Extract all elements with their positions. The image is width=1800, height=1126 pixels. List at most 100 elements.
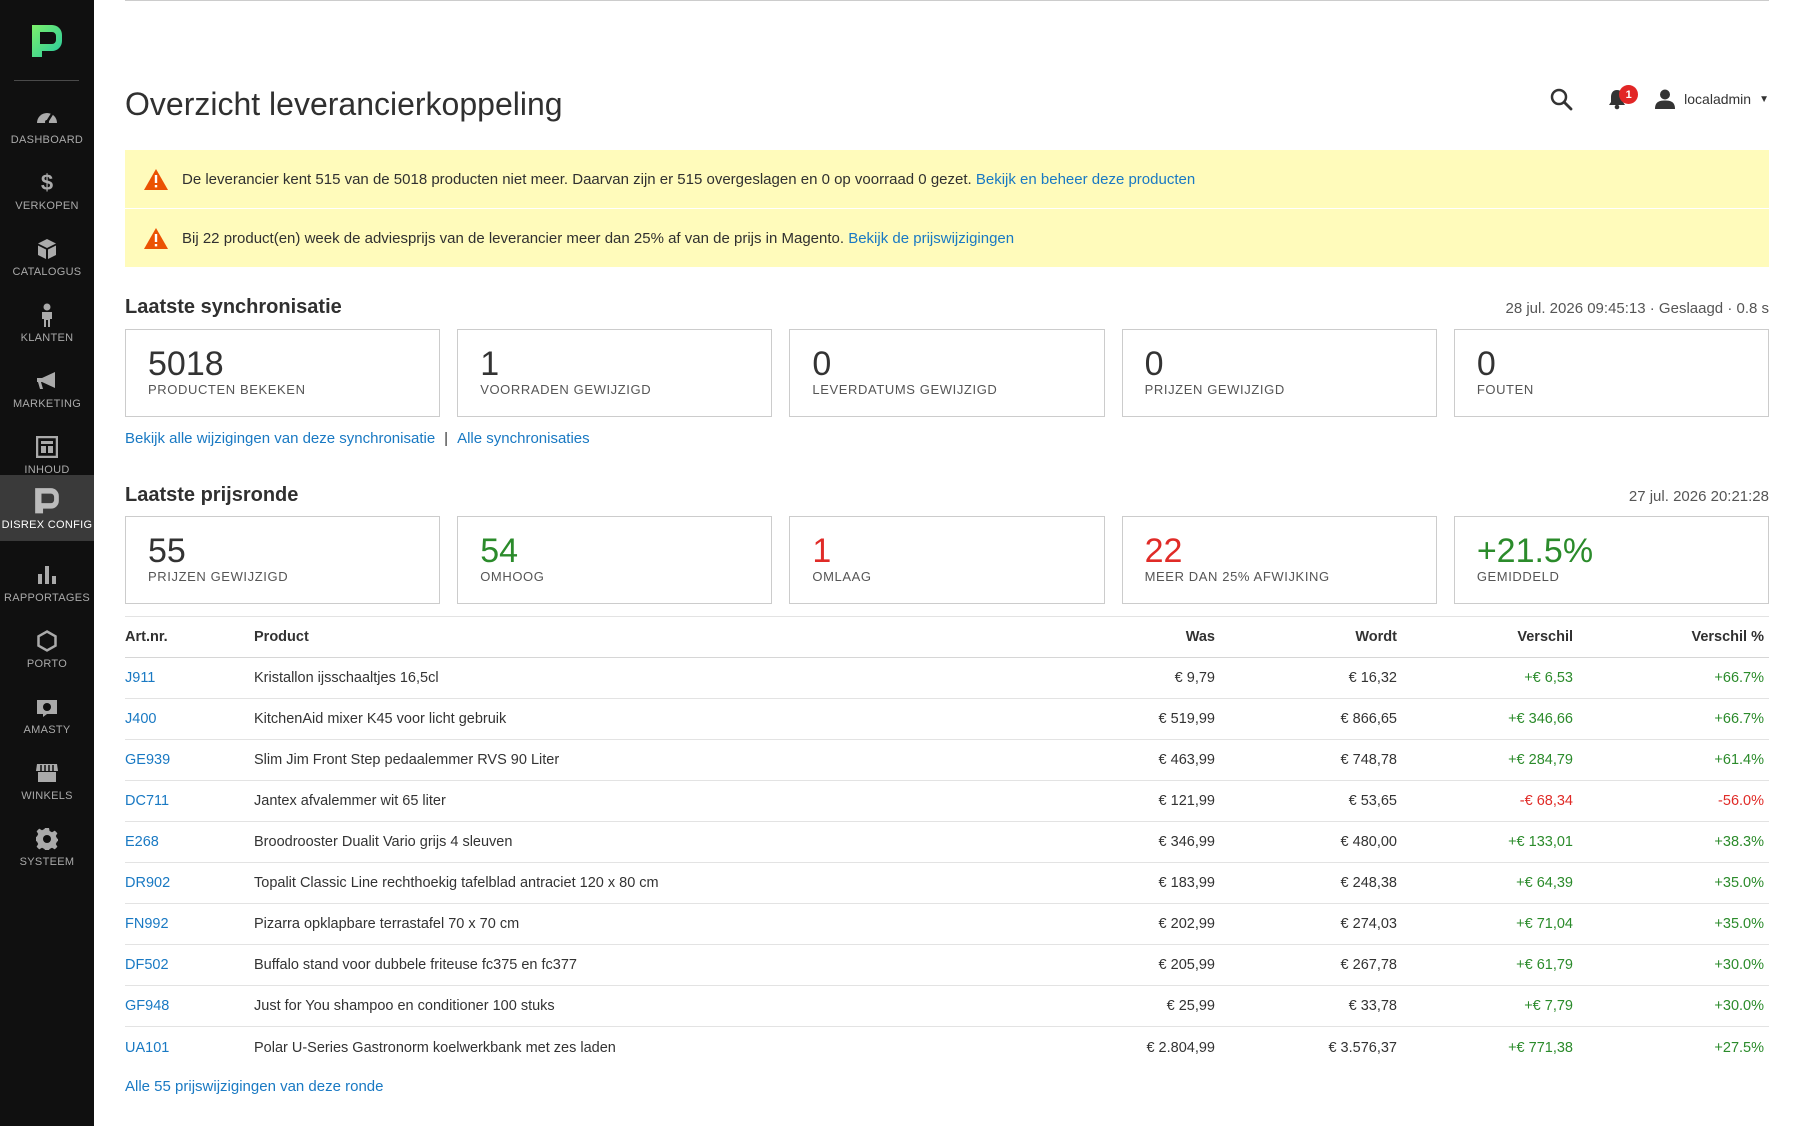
user-icon [1655,89,1676,109]
stat-label: FOUTEN [1476,382,1534,397]
table-row: J400 KitchenAid mixer K45 voor licht gebr… [125,699,1769,740]
user-name: localadmin [1684,91,1752,107]
store-icon [34,760,60,786]
notification-badge: 1 [1619,85,1639,104]
sku-link[interactable]: UA101 [125,1040,254,1056]
stat-value: 1 [480,345,500,383]
stat-label: OMHOOG [480,569,545,584]
sidebar-item-klanten[interactable]: KLANTEN [0,290,94,356]
stat-value: +21.5% [1476,532,1594,570]
sidebar-item-disrex-config[interactable]: DISREX CONFIG [0,475,94,541]
sku-link[interactable]: E268 [125,834,254,850]
stat-card: 5018 PRODUCTEN BEKEKEN [125,329,441,417]
old-price: € 346,99 [1158,834,1215,850]
price-diff: +€ 61,79 [1516,957,1573,973]
stat-card: 55 PRIJZEN GEWIJZIGD [125,516,441,604]
stat-value: 55 [148,532,186,570]
stat-label: VOORRADEN GEWIJZIGD [480,382,652,397]
sku-link[interactable]: DF502 [125,957,254,973]
sidebar-item-label: AMASTY [23,724,71,736]
manage-products-link[interactable]: Bekijk en beheer deze producten [976,171,1195,188]
column-header-product[interactable]: Product [254,629,994,645]
old-price: € 121,99 [1158,793,1215,809]
stat-label: PRIJZEN GEWIJZIGD [148,569,289,584]
old-price: € 25,99 [1166,998,1215,1014]
sidebar-divider [14,80,79,81]
all-price-changes-link[interactable]: Alle 55 prijswijzigingen van deze ronde [125,1078,384,1095]
price-diff: +€ 64,39 [1516,875,1573,891]
new-price: € 53,65 [1348,793,1397,809]
main-content: Overzicht leverancierkoppeling 1 localad… [125,0,1770,1126]
sidebar-item-verkopen[interactable]: $ VERKOPEN [0,158,94,224]
warning-icon [143,167,169,191]
table-row: UA101 Polar U-Series Gastronorm koelwerkb… [125,1027,1769,1068]
sku-link[interactable]: J400 [125,711,254,727]
page-title: Overzicht leverancierkoppeling [125,86,563,122]
sidebar-item-dashboard[interactable]: DASHBOARD [0,92,94,158]
sidebar-item-label: DASHBOARD [10,134,84,146]
stat-label: LEVERDATUMS GEWIJZIGD [812,382,998,397]
alert-message: Bij 22 product(en) week de adviesprijs v… [182,229,845,247]
all-syncs-link[interactable]: Alle synchronisaties [457,430,590,447]
sidebar-item-rapportages[interactable]: RAPPORTAGES [0,550,94,616]
sidebar-item-winkels[interactable]: WINKELS [0,748,94,814]
logo[interactable] [0,0,94,80]
price-diff: -€ 68,34 [1519,793,1573,809]
sku-link[interactable]: DR902 [125,875,254,891]
sync-section-title: Laatste synchronisatie [125,296,342,318]
stat-label: PRIJZEN GEWIJZIGD [1144,382,1285,397]
sidebar-item-catalogus[interactable]: CATALOGUS [0,224,94,290]
sync-changes-link[interactable]: Bekijk alle wijzigingen van deze synchro… [125,430,435,447]
stat-value: 0 [1476,345,1496,383]
price-changes-link[interactable]: Bekijk de prijswijzigingen [848,230,1014,247]
price-diff-pct: +61.4% [1714,752,1764,768]
column-header-pct[interactable]: Verschil % [1573,629,1764,645]
column-header-wordt[interactable]: Wordt [1215,629,1397,645]
new-price: € 267,78 [1340,957,1397,973]
sku-link[interactable]: DC711 [125,793,254,809]
price-diff-pct: +27.5% [1714,1039,1764,1056]
product-name: Buffalo stand voor dubbele friteuse fc37… [254,957,577,973]
sidebar-item-label: VERKOPEN [15,200,79,212]
layout-icon [34,434,60,460]
table-row: GE939 Slim Jim Front Step pedaalemmer RVS… [125,740,1769,781]
sku-link[interactable]: GF948 [125,998,254,1014]
dollar-icon: $ [40,170,54,195]
new-price: € 274,03 [1340,916,1397,932]
column-header-diff[interactable]: Verschil [1397,629,1573,645]
warning-icon [143,226,169,250]
disrex-logo-icon [32,25,62,57]
sync-meta: 28 jul. 2026 09:45:13 · Geslaagd · 0.8 s [1505,300,1769,317]
search-icon[interactable] [1546,84,1576,114]
old-price: € 519,99 [1158,711,1215,727]
price-diff-pct: +66.7% [1714,670,1764,686]
price-diff: +€ 346,66 [1508,711,1573,727]
top-divider [125,0,1769,1]
price-diff: +€ 7,79 [1524,998,1573,1014]
new-price: € 248,38 [1340,875,1397,891]
user-menu[interactable]: localadmin ▼ [1654,88,1769,110]
sku-link[interactable]: FN992 [125,916,254,932]
sidebar-item-systeem[interactable]: SYSTEEM [0,814,94,880]
sidebar-item-porto[interactable]: PORTO [0,616,94,682]
new-price: € 748,78 [1340,752,1397,768]
alert-message: De leverancier kent 515 van de 5018 prod… [182,170,972,188]
sidebar-item-label: SYSTEEM [19,856,75,868]
old-price: € 183,99 [1158,875,1215,891]
chevron-down-icon: ▼ [1759,93,1769,105]
stat-value: 1 [812,532,832,570]
column-header-was[interactable]: Was [994,629,1215,645]
old-price: € 205,99 [1158,957,1215,973]
stat-value: 54 [480,532,519,570]
price-diff: +€ 771,38 [1508,1039,1573,1056]
sku-link[interactable]: J911 [125,670,254,686]
sidebar-item-marketing[interactable]: MARKETING [0,356,94,422]
price-diff-pct: +38.3% [1714,834,1764,850]
sku-link[interactable]: GE939 [125,752,254,768]
notifications-button[interactable]: 1 [1602,84,1639,114]
hexagon-icon [34,628,60,654]
sidebar-item-amasty[interactable]: AMASTY [0,682,94,748]
admin-sidebar: DASHBOARD $ VERKOPEN CATALOGUS KLANTEN M… [0,0,94,1126]
old-price: € 463,99 [1158,752,1215,768]
column-header-art[interactable]: Art.nr. [125,629,254,645]
